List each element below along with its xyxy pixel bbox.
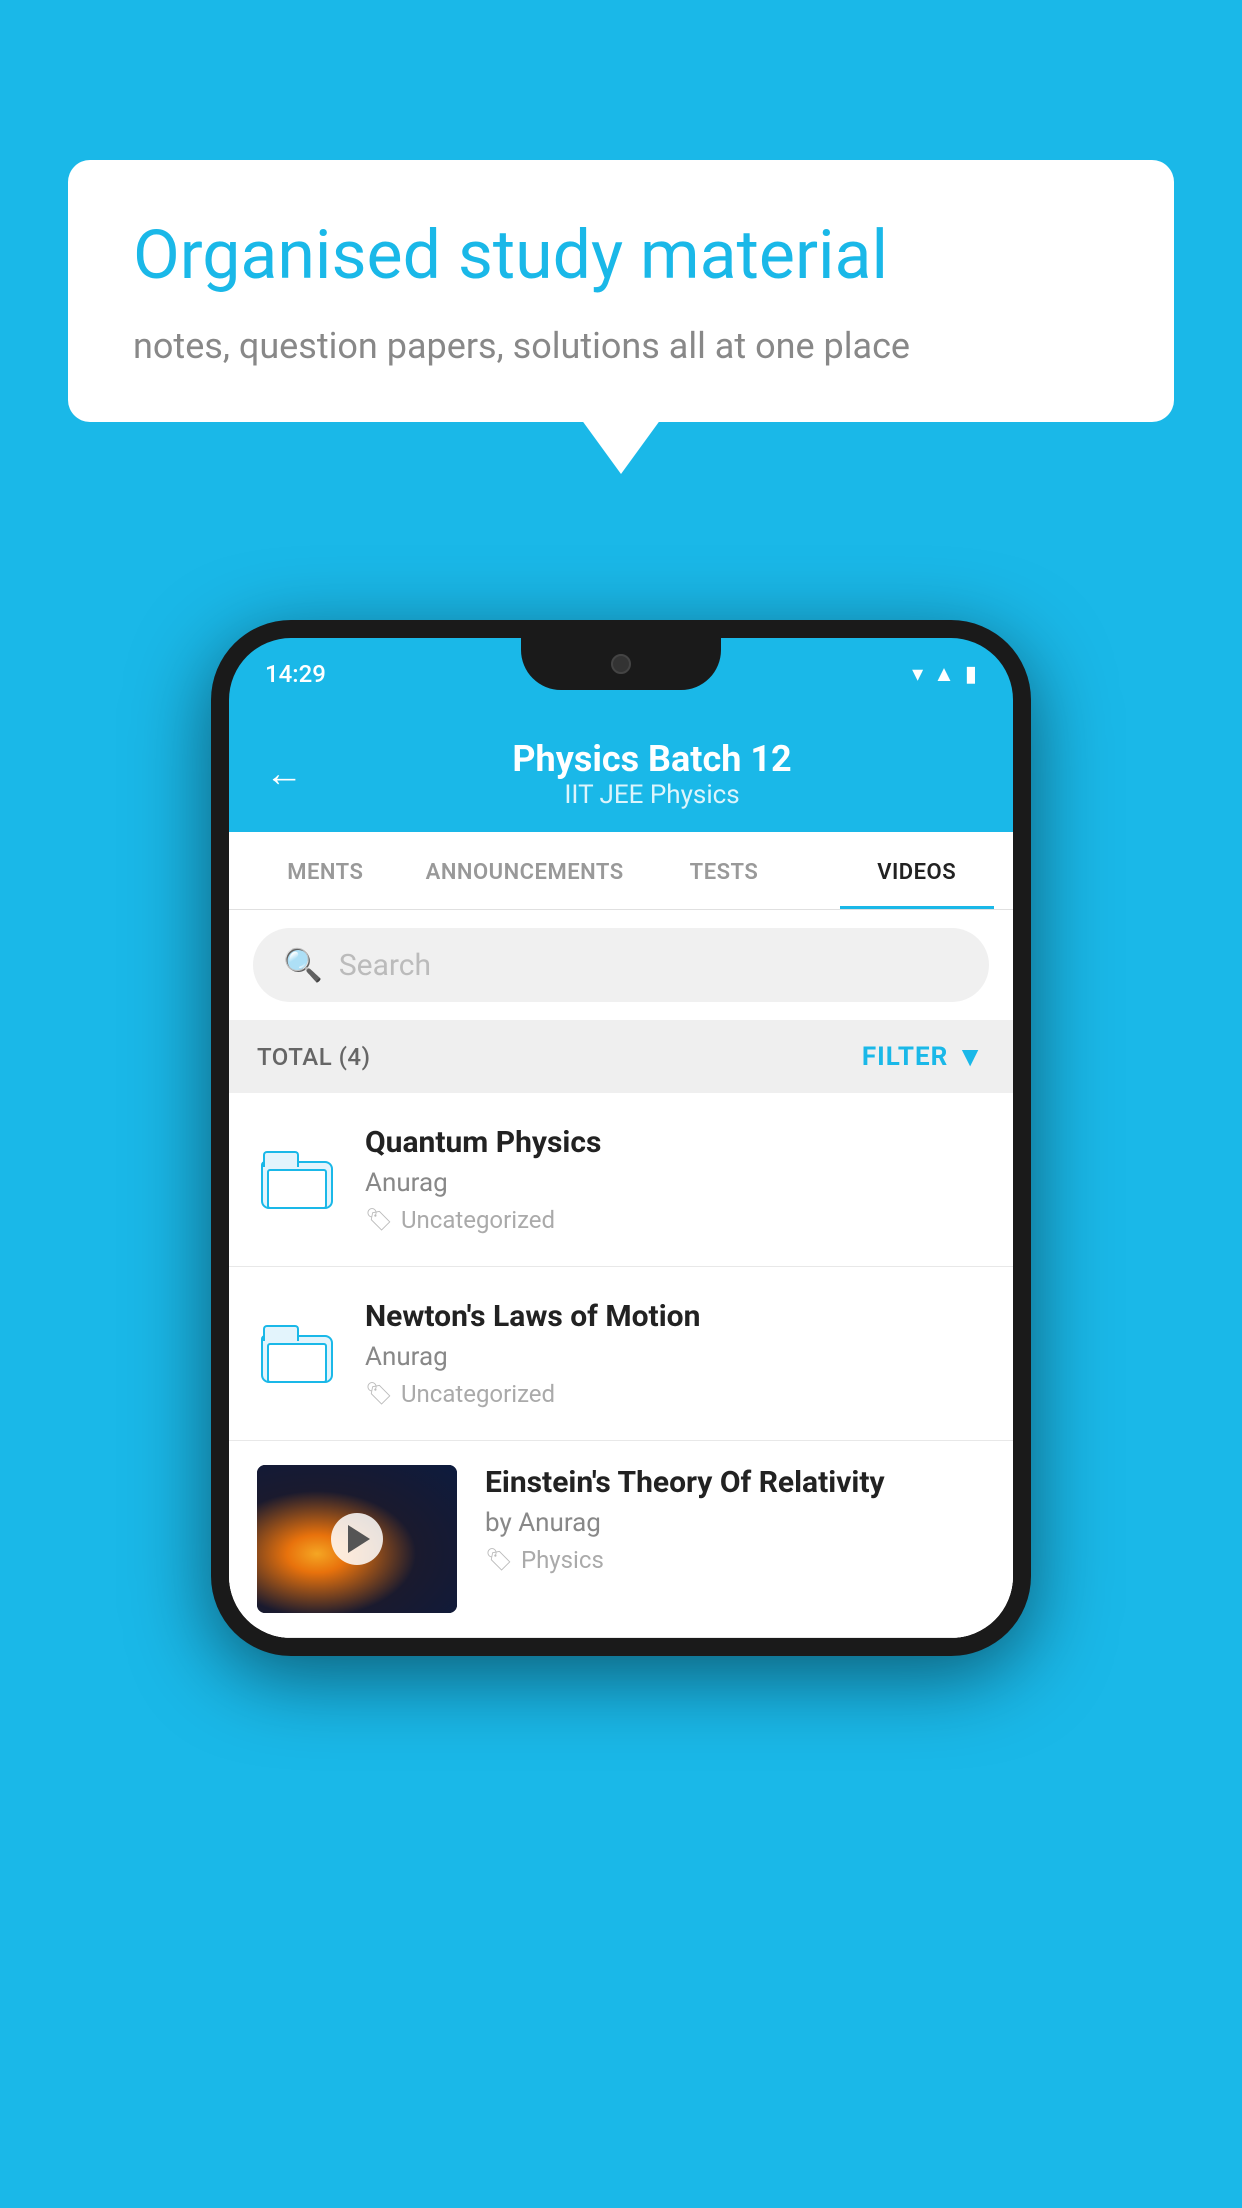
battery-icon: ▮ bbox=[965, 662, 977, 687]
filter-button[interactable]: FILTER ▼ bbox=[862, 1040, 985, 1073]
video-thumbnail-einstein bbox=[257, 1465, 457, 1613]
header-title: Physics Batch 12 bbox=[327, 738, 977, 780]
item-title: Newton's Laws of Motion bbox=[365, 1299, 985, 1334]
item-info-quantum: Quantum Physics Anurag 🏷 Uncategorized bbox=[365, 1125, 985, 1234]
folder-icon-newton bbox=[257, 1314, 337, 1394]
item-tag: 🏷 Uncategorized bbox=[365, 1206, 985, 1234]
bubble-subtitle: notes, question papers, solutions all at… bbox=[133, 325, 1109, 367]
item-author: by Anurag bbox=[485, 1508, 985, 1538]
signal-icon: ▲ bbox=[933, 661, 955, 687]
filter-funnel-icon: ▼ bbox=[956, 1040, 985, 1073]
status-icons: ▾ ▲ ▮ bbox=[912, 661, 977, 687]
play-button[interactable] bbox=[331, 1513, 383, 1565]
search-placeholder: Search bbox=[339, 948, 431, 983]
speech-bubble-container: Organised study material notes, question… bbox=[68, 160, 1174, 422]
item-author: Anurag bbox=[365, 1342, 985, 1372]
back-button[interactable]: ← bbox=[265, 752, 303, 796]
notch bbox=[521, 638, 721, 690]
item-info-newton: Newton's Laws of Motion Anurag 🏷 Uncateg… bbox=[365, 1299, 985, 1408]
play-triangle-icon bbox=[348, 1525, 370, 1553]
tag-label: Uncategorized bbox=[401, 1380, 555, 1408]
item-author: Anurag bbox=[365, 1168, 985, 1198]
header-title-block: Physics Batch 12 IIT JEE Physics bbox=[327, 738, 977, 810]
tag-icon: 🏷 bbox=[365, 1382, 393, 1407]
tab-ments[interactable]: MENTS bbox=[229, 832, 422, 909]
tag-icon: 🏷 bbox=[485, 1548, 513, 1573]
item-title: Einstein's Theory Of Relativity bbox=[485, 1465, 985, 1500]
phone-screen: 🔍 Search TOTAL (4) FILTER ▼ bbox=[229, 910, 1013, 1638]
item-tag: 🏷 Physics bbox=[485, 1546, 985, 1574]
item-info-einstein: Einstein's Theory Of Relativity by Anura… bbox=[485, 1465, 985, 1574]
item-tag: 🏷 Uncategorized bbox=[365, 1380, 985, 1408]
list-item[interactable]: Einstein's Theory Of Relativity by Anura… bbox=[229, 1441, 1013, 1638]
tabs-bar: MENTS ANNOUNCEMENTS TESTS VIDEOS bbox=[229, 832, 1013, 910]
list-item[interactable]: Quantum Physics Anurag 🏷 Uncategorized bbox=[229, 1093, 1013, 1267]
app-header: ← Physics Batch 12 IIT JEE Physics bbox=[229, 710, 1013, 832]
tag-icon: 🏷 bbox=[365, 1208, 393, 1233]
total-count: TOTAL (4) bbox=[257, 1043, 370, 1071]
search-icon: 🔍 bbox=[283, 946, 323, 984]
tab-tests[interactable]: TESTS bbox=[628, 832, 821, 909]
phone-frame: 14:29 ▾ ▲ ▮ ← Physics Batch 12 IIT JEE P… bbox=[211, 620, 1031, 1656]
tag-label: Uncategorized bbox=[401, 1206, 555, 1234]
status-time: 14:29 bbox=[265, 660, 326, 688]
filter-row: TOTAL (4) FILTER ▼ bbox=[229, 1020, 1013, 1093]
list-item[interactable]: Newton's Laws of Motion Anurag 🏷 Uncateg… bbox=[229, 1267, 1013, 1441]
header-subtitle: IIT JEE Physics bbox=[327, 780, 977, 810]
wifi-icon: ▾ bbox=[912, 662, 923, 687]
bubble-title: Organised study material bbox=[133, 215, 1109, 297]
folder-icon-quantum bbox=[257, 1140, 337, 1220]
video-list: Quantum Physics Anurag 🏷 Uncategorized bbox=[229, 1093, 1013, 1638]
search-bar-wrapper: 🔍 Search bbox=[229, 910, 1013, 1020]
camera-dot bbox=[611, 654, 631, 674]
item-title: Quantum Physics bbox=[365, 1125, 985, 1160]
tab-videos[interactable]: VIDEOS bbox=[820, 832, 1013, 909]
filter-label: FILTER bbox=[862, 1042, 948, 1072]
tag-label: Physics bbox=[521, 1546, 604, 1574]
search-bar[interactable]: 🔍 Search bbox=[253, 928, 989, 1002]
status-bar: 14:29 ▾ ▲ ▮ bbox=[229, 638, 1013, 710]
speech-bubble: Organised study material notes, question… bbox=[68, 160, 1174, 422]
tab-announcements[interactable]: ANNOUNCEMENTS bbox=[422, 832, 628, 909]
phone-wrapper: 14:29 ▾ ▲ ▮ ← Physics Batch 12 IIT JEE P… bbox=[211, 620, 1031, 1656]
